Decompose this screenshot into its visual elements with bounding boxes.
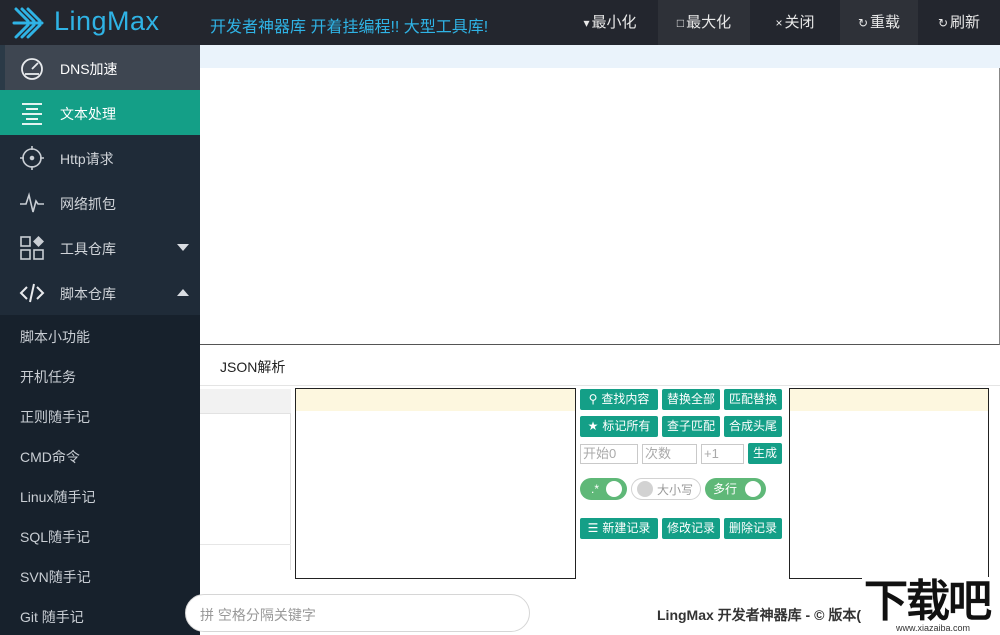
new-record-button[interactable]: ☰ 新建记录	[580, 518, 658, 539]
scripts-submenu: 脚本小功能 开机任务 正则随手记 CMD命令 Linux随手记 SQL随手记 S…	[0, 315, 200, 635]
sidebar-item-dns[interactable]: DNS加速	[0, 45, 200, 90]
toggle-knob	[606, 481, 622, 497]
apps-icon	[20, 236, 44, 260]
tab-json-parse[interactable]: JSON解析	[220, 357, 285, 377]
start-input[interactable]: 开始0	[580, 444, 638, 464]
star-icon: ★	[587, 419, 599, 433]
main-content-panel[interactable]	[200, 45, 1000, 345]
case-sensitive-toggle[interactable]: 大小写	[631, 478, 701, 500]
reload-icon: ↻	[857, 16, 869, 30]
sidebar-item-label: 工具仓库	[60, 241, 116, 257]
layers-icon: ☰	[587, 521, 599, 535]
source-textarea[interactable]	[295, 388, 576, 579]
footer-copyright: LingMax 开发者神器库 - © 版本(	[657, 607, 861, 623]
submenu-item-regex-notes[interactable]: 正则随手记	[20, 407, 90, 427]
minimize-button[interactable]: ▾ 最小化	[562, 0, 658, 45]
toggle-knob	[637, 481, 653, 497]
app-tagline: 开发者神器库 开着挂编程!! 大型工具库!	[210, 19, 489, 36]
logo-text: LingMax	[54, 6, 160, 36]
step-input[interactable]: +1	[701, 444, 744, 464]
sidebar-item-label: 文本处理	[60, 106, 116, 122]
main-header-strip	[200, 45, 1000, 68]
toggle-knob	[745, 481, 761, 497]
submenu-item-cmd[interactable]: CMD命令	[20, 447, 80, 467]
source-textarea-header	[296, 389, 575, 411]
sub-match-button[interactable]: 查子匹配	[662, 416, 720, 437]
regex-toggle[interactable]: .*	[580, 478, 627, 500]
find-button[interactable]: ⚲ 查找内容	[580, 389, 658, 410]
sidebar-item-scripts[interactable]: 脚本仓库	[0, 270, 200, 315]
search-icon: ⚲	[588, 392, 598, 406]
multiline-toggle[interactable]: 多行	[705, 478, 766, 500]
sidebar: DNS加速 文本处理 Http请求 网络抓包 工具仓库 脚本仓库 脚本小功能 开…	[0, 45, 200, 635]
close-button[interactable]: × 关闭	[750, 0, 840, 45]
reload-button[interactable]: ↻ 重载	[840, 0, 918, 45]
chevron-down-icon	[177, 244, 189, 251]
record-list[interactable]	[200, 389, 291, 570]
submenu-item-startup-tasks[interactable]: 开机任务	[20, 367, 76, 387]
submenu-item-svn-notes[interactable]: SVN随手记	[20, 567, 91, 587]
site-watermark: 下载吧 www.xiazaiba.com	[862, 577, 1000, 635]
result-textarea-header	[790, 389, 988, 411]
refresh-icon: ↻	[937, 16, 949, 30]
submenu-item-script-features[interactable]: 脚本小功能	[20, 327, 90, 347]
sidebar-item-text[interactable]: 文本处理	[0, 90, 200, 135]
chevron-up-icon	[177, 289, 189, 296]
record-list-footer	[200, 544, 291, 570]
refresh-button[interactable]: ↻ 刷新	[918, 0, 1000, 45]
sidebar-item-label: Http请求	[60, 151, 114, 167]
title-bar: LingMax 开发者神器库 开着挂编程!! 大型工具库! ▾ 最小化 □ 最大化 …	[0, 0, 1000, 45]
close-icon: ×	[775, 16, 783, 30]
match-replace-button[interactable]: 匹配替换	[724, 389, 782, 410]
record-list-header	[200, 389, 291, 414]
logo-icon	[12, 7, 44, 39]
watermark-logo: 下载吧	[864, 577, 992, 626]
maximize-icon: □	[676, 16, 685, 30]
tab-divider	[200, 385, 1000, 386]
code-icon	[19, 283, 45, 303]
result-textarea[interactable]	[789, 388, 989, 579]
search-placeholder: 拼 空格分隔关键字	[200, 607, 316, 623]
submenu-item-linux-notes[interactable]: Linux随手记	[20, 487, 95, 507]
speedometer-icon	[21, 58, 43, 80]
align-center-icon	[22, 103, 42, 125]
app-logo: LingMax	[0, 0, 200, 45]
join-head-tail-button[interactable]: 合成头尾	[724, 416, 782, 437]
crosshair-icon	[20, 146, 44, 170]
delete-record-button[interactable]: 删除记录	[724, 518, 782, 539]
sidebar-item-capture[interactable]: 网络抓包	[0, 180, 200, 225]
maximize-button[interactable]: □ 最大化	[658, 0, 750, 45]
pulse-icon	[20, 192, 44, 213]
edit-record-button[interactable]: 修改记录	[662, 518, 720, 539]
generate-button[interactable]: 生成	[748, 443, 782, 464]
submenu-item-git-notes[interactable]: Git 随手记	[20, 607, 84, 627]
sidebar-item-label: DNS加速	[60, 61, 118, 77]
sidebar-item-label: 脚本仓库	[60, 286, 116, 302]
replace-all-button[interactable]: 替换全部	[662, 389, 720, 410]
mark-all-button[interactable]: ★ 标记所有	[580, 416, 658, 437]
sidebar-item-http[interactable]: Http请求	[0, 135, 200, 180]
watermark-url: www.xiazaiba.com	[896, 623, 971, 633]
minimize-icon: ▾	[583, 16, 590, 30]
count-input[interactable]: 次数	[642, 444, 697, 464]
sidebar-item-tools[interactable]: 工具仓库	[0, 225, 200, 270]
sidebar-item-label: 网络抓包	[60, 196, 116, 212]
submenu-item-sql-notes[interactable]: SQL随手记	[20, 527, 90, 547]
